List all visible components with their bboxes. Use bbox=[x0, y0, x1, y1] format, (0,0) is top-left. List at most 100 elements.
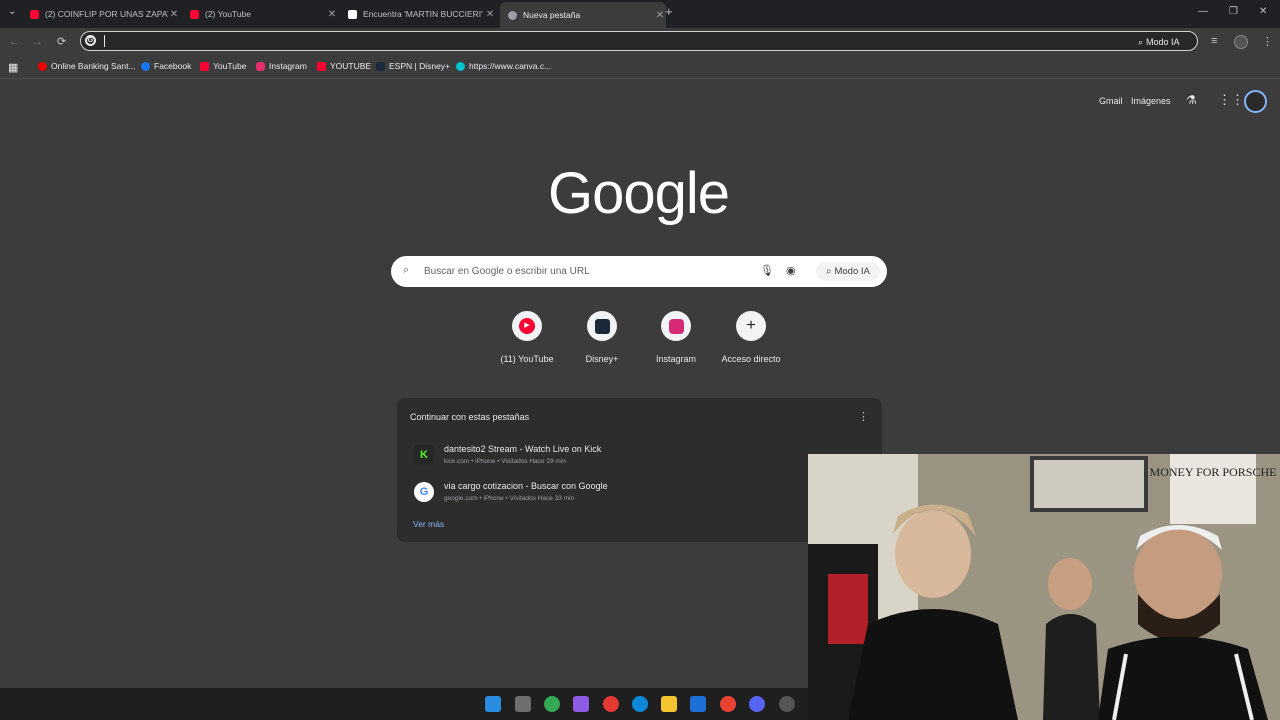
youtube-icon bbox=[200, 61, 209, 71]
tab-youtube[interactable]: (2) YouTube ✕ bbox=[190, 4, 338, 24]
profile-avatar-icon[interactable] bbox=[1234, 35, 1248, 49]
bookmark-canva[interactable]: https://www.canva.c... bbox=[456, 61, 551, 71]
instagram-icon bbox=[256, 61, 265, 71]
search-modo-ia-button[interactable]: ⌕ Modo IA bbox=[816, 262, 880, 281]
discord-icon[interactable] bbox=[749, 696, 765, 712]
more-vertical-icon[interactable]: ⋮ bbox=[858, 410, 869, 423]
account-avatar[interactable] bbox=[1244, 90, 1267, 113]
restore-icon[interactable]: ❐ bbox=[1229, 6, 1238, 17]
search-placeholder[interactable]: Buscar en Google o escribir una URL bbox=[424, 266, 590, 277]
task-view-icon[interactable] bbox=[515, 696, 531, 712]
omnibox-modo-ia-button[interactable]: ⌕ Modo IA bbox=[1138, 34, 1180, 50]
youtube-icon bbox=[317, 61, 326, 71]
bookmark-facebook[interactable]: Facebook bbox=[141, 61, 191, 71]
tab-search-chevron-icon[interactable]: ⌄ bbox=[8, 6, 16, 17]
continue-item-google[interactable]: G via cargo cotizacion - Buscar con Goog… bbox=[404, 474, 876, 510]
webcam-image: MONEY FOR PORSCHE bbox=[808, 454, 1280, 720]
shortcut-label: Disney+ bbox=[585, 354, 619, 364]
shortcut-instagram[interactable]: Instagram bbox=[638, 311, 714, 364]
plus-icon: + bbox=[736, 311, 766, 341]
apps-grid-icon[interactable]: ▦ bbox=[8, 61, 18, 74]
close-icon[interactable]: ✕ bbox=[168, 9, 180, 20]
app-icon[interactable] bbox=[573, 696, 589, 712]
bookmark-label: https://www.canva.c... bbox=[469, 61, 552, 71]
images-link[interactable]: Imágenes bbox=[1131, 96, 1171, 106]
youtube-icon bbox=[190, 9, 199, 19]
tab-coinflip[interactable]: (2) COINFLIP POR UNAS ZAPAT ✕ bbox=[30, 4, 180, 24]
google-g-icon: G bbox=[85, 35, 96, 46]
shortcut-disney[interactable]: Disney+ bbox=[564, 311, 640, 364]
shortcut-youtube[interactable]: ▶ (11) YouTube bbox=[489, 311, 565, 364]
santander-icon bbox=[38, 61, 47, 71]
shortcut-add[interactable]: + Acceso directo bbox=[713, 311, 789, 364]
sparkle-search-icon: ⌕ bbox=[1138, 36, 1144, 47]
chrome-alt-icon[interactable] bbox=[720, 696, 736, 712]
text-cursor bbox=[104, 35, 105, 47]
google-g-icon: G bbox=[414, 482, 434, 502]
opera-icon[interactable] bbox=[603, 696, 619, 712]
tab-title: (2) COINFLIP POR UNAS ZAPAT bbox=[45, 9, 168, 19]
continue-panel-title: Continuar con estas pestañas bbox=[410, 412, 530, 422]
window-close-icon[interactable]: ✕ bbox=[1259, 6, 1267, 17]
continue-item-kick[interactable]: K dantesito2 Stream - Watch Live on Kick… bbox=[404, 437, 876, 473]
bookmark-instagram[interactable]: Instagram bbox=[256, 61, 307, 71]
reading-list-icon[interactable]: ≡ bbox=[1211, 35, 1217, 47]
new-tab-plus-icon[interactable]: + bbox=[665, 4, 673, 19]
continue-item-subtitle: kick.com • iPhone • Visitados Hace 29 mi… bbox=[444, 458, 566, 465]
microphone-icon[interactable]: 🎙 bbox=[760, 264, 774, 277]
bookmark-label: YouTube bbox=[213, 61, 247, 71]
facebook-icon bbox=[141, 61, 150, 71]
see-more-link[interactable]: Ver más bbox=[413, 519, 444, 529]
youtube-icon bbox=[30, 9, 39, 19]
bookmark-label: ESPN | Disney+ bbox=[389, 61, 451, 71]
file-explorer-icon[interactable] bbox=[661, 696, 677, 712]
bookmark-label: YOUTUBE bbox=[330, 61, 372, 71]
tab-title: Nueva pestaña bbox=[523, 10, 581, 20]
bookmark-espn-disney[interactable]: ESPN | Disney+ bbox=[376, 61, 450, 71]
gmail-link[interactable]: Gmail bbox=[1099, 96, 1123, 106]
tab-tiktok[interactable]: Encuentra 'MARTIN BUCCIERI' · ✕ bbox=[348, 4, 496, 24]
minimize-icon[interactable]: — bbox=[1198, 6, 1208, 17]
tab-title: Encuentra 'MARTIN BUCCIERI' · bbox=[363, 9, 484, 19]
modo-ia-label: Modo IA bbox=[834, 266, 870, 277]
poster-text: MONEY FOR PORSCHE bbox=[1150, 465, 1277, 479]
tiktok-icon bbox=[348, 9, 357, 19]
disney-icon bbox=[587, 311, 617, 341]
bookmark-santander[interactable]: Online Banking Sant... bbox=[38, 61, 136, 71]
chrome-icon bbox=[508, 10, 517, 20]
tab-title: (2) YouTube bbox=[205, 9, 251, 19]
tab-new-tab[interactable]: Nueva pestaña ✕ bbox=[500, 2, 666, 28]
shortcut-label: Instagram bbox=[655, 354, 697, 364]
bookmarks-bar bbox=[0, 56, 1280, 79]
address-bar[interactable] bbox=[80, 31, 1198, 51]
forward-arrow-icon[interactable]: → bbox=[32, 36, 43, 48]
bookmark-youtube-upper[interactable]: YOUTUBE bbox=[317, 61, 371, 71]
outlook-icon[interactable] bbox=[690, 696, 706, 712]
bookmark-youtube[interactable]: YouTube bbox=[200, 61, 246, 71]
app-icon[interactable] bbox=[779, 696, 795, 712]
taskbar bbox=[0, 688, 808, 720]
close-icon[interactable]: ✕ bbox=[484, 9, 496, 20]
google-logo: Google bbox=[548, 161, 730, 226]
canva-icon bbox=[456, 61, 465, 71]
modo-ia-label: Modo IA bbox=[1146, 37, 1180, 47]
bookmark-label: Online Banking Sant... bbox=[51, 61, 136, 71]
disney-icon bbox=[376, 61, 385, 71]
shortcut-label: (11) YouTube bbox=[500, 354, 554, 364]
kick-icon: K bbox=[414, 445, 434, 465]
tab-strip: ⌄ (2) COINFLIP POR UNAS ZAPAT ✕ (2) YouT… bbox=[0, 0, 1280, 28]
reload-icon[interactable]: ⟳ bbox=[57, 35, 66, 48]
sparkle-search-icon: ⌕ bbox=[826, 266, 832, 277]
back-arrow-icon[interactable]: ← bbox=[9, 36, 20, 48]
labs-flask-icon[interactable]: ⚗ bbox=[1186, 93, 1197, 107]
webcam-overlay: MONEY FOR PORSCHE bbox=[808, 454, 1280, 720]
close-icon[interactable]: ✕ bbox=[326, 9, 338, 20]
lens-camera-icon[interactable]: ◉ bbox=[786, 264, 796, 277]
windows-start-icon[interactable] bbox=[485, 696, 501, 712]
continue-item-title: via cargo cotizacion - Buscar con Google bbox=[444, 481, 608, 491]
chrome-icon[interactable] bbox=[544, 696, 560, 712]
edge-icon[interactable] bbox=[632, 696, 648, 712]
continue-item-subtitle: google.com • iPhone • Visitados Hace 33 … bbox=[444, 495, 575, 502]
more-vertical-icon[interactable]: ⋮ bbox=[1262, 35, 1273, 48]
search-icon: ⌕ bbox=[403, 264, 410, 276]
